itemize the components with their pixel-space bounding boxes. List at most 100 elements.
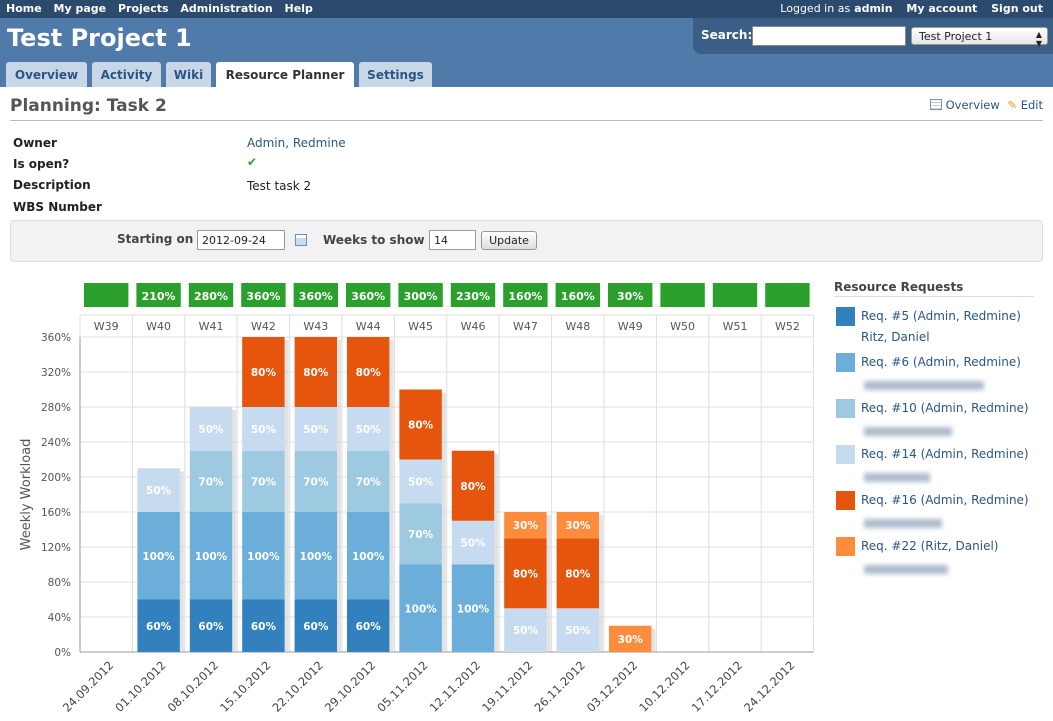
legend-link-req-16[interactable]: Req. #16 (Admin, Redmine)	[861, 493, 1029, 507]
tab-resource-planner[interactable]: Resource Planner	[216, 62, 354, 87]
starting-on-input[interactable]: 2012-09-24	[197, 230, 285, 250]
legend-item: Req. #6 (Admin, Redmine)	[834, 343, 1034, 390]
update-button[interactable]: Update	[481, 231, 537, 250]
tab-wiki[interactable]: Wiki	[166, 62, 211, 87]
page-title: Planning: Task 2	[10, 96, 167, 116]
week-label: W40	[146, 320, 171, 333]
legend-item: Req. #22 (Ritz, Daniel)	[834, 527, 1034, 574]
week-label: W49	[618, 320, 643, 333]
heading-divider	[10, 120, 1043, 121]
legend-link-req-6[interactable]: Req. #6 (Admin, Redmine)	[861, 355, 1021, 369]
bar-value-label: 100%	[352, 551, 385, 563]
y-tick-label: 80%	[48, 577, 71, 589]
total-label: 230%	[456, 290, 490, 303]
y-tick-label: 200%	[41, 472, 71, 484]
weeks-to-show-input[interactable]: 14	[429, 230, 476, 250]
x-tick-label: 01.10.2012	[112, 658, 168, 714]
x-tick-label: 15.10.2012	[217, 658, 273, 714]
y-tick-label: 40%	[48, 612, 71, 624]
bar-value-label: 50%	[356, 424, 382, 436]
legend-assignee[interactable]: Ritz, Daniel	[861, 330, 930, 344]
legend-link-req-14[interactable]: Req. #14 (Admin, Redmine)	[861, 447, 1029, 461]
week-label: W42	[251, 320, 276, 333]
x-tick-label: 05.11.2012	[374, 658, 430, 714]
legend-item: Req. #10 (Admin, Redmine)	[834, 389, 1034, 436]
project-title: Test Project 1	[7, 24, 192, 52]
resource-requests-legend: Resource Requests Req. #5 (Admin, Redmin…	[834, 280, 1034, 574]
legend-link-req-5[interactable]: Req. #5 (Admin, Redmine)	[861, 309, 1021, 323]
overview-link[interactable]: Overview	[946, 98, 1000, 112]
description-label: Description	[13, 178, 91, 192]
total-label: 300%	[404, 290, 438, 303]
bar-value-label: 100%	[457, 603, 490, 615]
bar-value-label: 80%	[565, 568, 591, 580]
logged-in-user[interactable]: admin	[854, 2, 892, 15]
menu-my-account[interactable]: My account	[906, 2, 977, 15]
bar-value-label: 30%	[513, 520, 539, 532]
tab-settings[interactable]: Settings	[359, 62, 432, 87]
project-jump-select[interactable]: Test Project 1 ▲ ▼	[911, 27, 1048, 48]
search-input[interactable]	[752, 26, 906, 46]
y-axis-title: Weekly Workload	[19, 439, 34, 551]
legend-item: Req. #14 (Admin, Redmine)	[834, 435, 1034, 482]
edit-link[interactable]: Edit	[1021, 98, 1043, 112]
bar-value-label: 70%	[303, 476, 329, 488]
y-tick-label: 160%	[41, 507, 71, 519]
description-value: Test task 2	[247, 179, 312, 193]
menu-my-page[interactable]: My page	[54, 2, 107, 15]
bar-value-label: 60%	[356, 621, 382, 633]
menu-help[interactable]: Help	[285, 2, 313, 15]
bar-value-label: 50%	[198, 424, 224, 436]
tab-overview[interactable]: Overview	[6, 62, 87, 87]
bar-value-label: 70%	[356, 476, 382, 488]
bar-value-label: 80%	[408, 420, 434, 432]
x-tick-label: 19.11.2012	[479, 658, 535, 714]
week-label: W41	[199, 320, 224, 333]
x-tick-label: 29.10.2012	[322, 658, 378, 714]
bar-value-label: 70%	[251, 476, 277, 488]
checkmark-icon: ✔	[247, 155, 258, 169]
total-label: 360%	[351, 290, 385, 303]
bar-value-label: 50%	[146, 485, 172, 497]
week-label: W43	[303, 320, 328, 333]
week-label: W45	[408, 320, 433, 333]
bar-value-label: 50%	[513, 625, 539, 637]
x-tick-label: 10.12.2012	[636, 658, 692, 714]
x-tick-label: 03.12.2012	[584, 658, 640, 714]
legend-item: Req. #5 (Admin, Redmine) Ritz, Daniel	[834, 297, 1034, 344]
bar-value-label: 100%	[142, 551, 175, 563]
week-label: W51	[723, 320, 748, 333]
legend-swatch	[836, 491, 855, 510]
total-label: 280%	[194, 290, 228, 303]
header: Test Project 1 Search: Test Project 1 ▲ ▼…	[0, 18, 1053, 87]
bar-value-label: 100%	[247, 551, 280, 563]
logged-in-label: Logged in as	[780, 2, 851, 15]
legend-link-req-22[interactable]: Req. #22 (Ritz, Daniel)	[861, 539, 998, 553]
top-menu-right: Logged in as admin My account Sign out	[770, 2, 1043, 15]
menu-sign-out[interactable]: Sign out	[991, 2, 1043, 15]
x-tick-label: 08.10.2012	[165, 658, 221, 714]
tab-activity[interactable]: Activity	[92, 62, 161, 87]
menu-projects[interactable]: Projects	[118, 2, 169, 15]
legend-swatch	[836, 399, 855, 418]
owner-value[interactable]: Admin, Redmine	[247, 136, 346, 150]
edit-icon: ✎	[1007, 98, 1018, 112]
bar-value-label: 60%	[198, 621, 224, 633]
calendar-icon[interactable]	[295, 234, 307, 246]
planning-filter: Starting on 2012-09-24 Weeks to show 14 …	[10, 220, 1043, 262]
week-label: W48	[565, 320, 590, 333]
bar-value-label: 50%	[303, 424, 329, 436]
total-label: 210%	[142, 290, 176, 303]
legend-swatch	[836, 353, 855, 372]
menu-home[interactable]: Home	[6, 2, 42, 15]
legend-link-req-10[interactable]: Req. #10 (Admin, Redmine)	[861, 401, 1029, 415]
bar-value-label: 50%	[408, 476, 434, 488]
bar-value-label: 100%	[300, 551, 333, 563]
bar-value-label: 60%	[303, 621, 329, 633]
is-open-label: Is open?	[13, 157, 70, 171]
bar-value-label: 100%	[195, 551, 228, 563]
y-tick-label: 280%	[41, 402, 71, 414]
bar-value-label: 30%	[565, 520, 591, 532]
total-label: 360%	[246, 290, 280, 303]
menu-administration[interactable]: Administration	[180, 2, 272, 15]
